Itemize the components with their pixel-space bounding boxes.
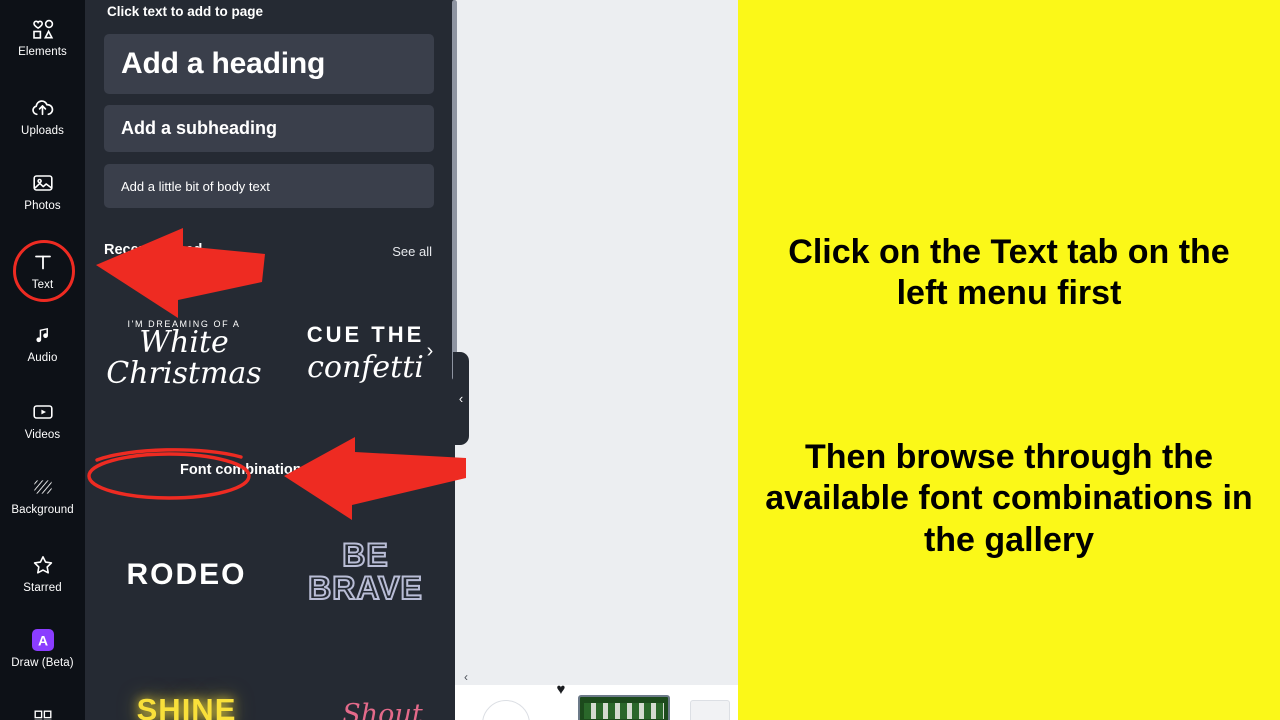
card-label: BE BRAVE xyxy=(307,537,423,606)
image-icon xyxy=(30,170,56,196)
sidebar-item-background[interactable]: Background xyxy=(0,462,85,528)
sidebar-item-label: Draw (Beta) xyxy=(11,656,74,669)
text-t-icon xyxy=(30,249,56,275)
music-note-icon xyxy=(30,322,56,348)
page-thumbnail-current[interactable] xyxy=(578,695,670,720)
hatch-pattern-icon xyxy=(30,474,56,500)
sidebar-item-label: Uploads xyxy=(21,124,64,137)
sidebar-item-label: Background xyxy=(11,503,74,516)
heart-icon[interactable]: ♥ xyxy=(552,680,570,698)
page-thumbnail-next[interactable] xyxy=(690,700,730,720)
star-icon xyxy=(30,552,56,578)
font-combination-card-shine[interactable]: SHINE xyxy=(104,680,269,720)
see-all-link[interactable]: See all xyxy=(392,244,432,259)
collapse-panel-button[interactable]: ‹ xyxy=(453,352,469,445)
panel-header: Click text to add to page xyxy=(107,4,264,19)
svg-text:A: A xyxy=(37,632,47,648)
recently-used-title: Recently used xyxy=(104,242,203,258)
sidebar-item-label: Elements xyxy=(18,45,67,58)
sidebar-item-videos[interactable]: Videos xyxy=(0,387,85,453)
add-body-text-button[interactable]: Add a little bit of body text xyxy=(104,164,434,208)
card-top-line: I'M DREAMING OF A xyxy=(127,318,241,329)
video-play-icon xyxy=(30,399,56,425)
design-canvas-area[interactable] xyxy=(455,0,738,720)
sidebar-item-more[interactable] xyxy=(0,686,85,720)
card-top-line: CUE THE xyxy=(306,321,425,347)
chevron-left-icon: ‹ xyxy=(458,391,464,406)
sidebar-item-audio[interactable]: Audio xyxy=(0,310,85,376)
sidebar-item-uploads[interactable]: Uploads xyxy=(0,83,85,149)
instruction-note-1: Click on the Text tab on the left menu f… xyxy=(788,233,1230,313)
sidebar-item-starred[interactable]: Starred xyxy=(0,540,85,606)
chevron-left-icon[interactable]: ‹ xyxy=(459,670,473,684)
instruction-note-2: Then browse through the available font c… xyxy=(765,438,1253,559)
qr-grid-icon xyxy=(30,706,56,720)
draw-a-icon: A xyxy=(30,627,56,653)
left-sidebar-rail: Elements Uploads Photos Text Audio Video… xyxy=(0,0,85,720)
card-label: SHINE xyxy=(136,692,237,720)
sidebar-item-photos[interactable]: Photos xyxy=(0,158,85,224)
add-subheading-button[interactable]: Add a subheading xyxy=(104,105,434,152)
sidebar-item-label: Audio xyxy=(27,351,58,364)
font-combination-card-be-brave[interactable]: BE BRAVE xyxy=(283,512,448,632)
add-heading-label: Add a heading xyxy=(121,47,326,80)
add-heading-button[interactable]: Add a heading xyxy=(104,34,434,94)
upload-cloud-icon xyxy=(30,95,56,121)
font-combination-card-shout[interactable]: Shout xyxy=(300,684,455,720)
panel-scrollbar[interactable] xyxy=(452,0,457,380)
font-combination-card-rodeo[interactable]: RODEO xyxy=(104,520,269,630)
text-panel: Click text to add to page Add a heading … xyxy=(85,0,455,720)
chevron-right-icon[interactable]: › xyxy=(419,340,441,362)
font-combinations-title: Font combinations xyxy=(180,462,310,478)
add-subheading-label: Add a subheading xyxy=(121,118,278,138)
card-label: Shout xyxy=(342,698,423,720)
recently-used-card-white-christmas[interactable]: I'M DREAMING OF A White Christmas xyxy=(104,288,264,418)
sidebar-item-label: Text xyxy=(31,278,54,291)
card-main-line: confetti xyxy=(307,349,424,385)
sidebar-item-elements[interactable]: Elements xyxy=(0,4,85,70)
sidebar-item-text[interactable]: Text xyxy=(0,237,85,303)
sidebar-item-label: Photos xyxy=(24,199,61,212)
sidebar-item-label: Starred xyxy=(23,581,62,594)
shapes-icon xyxy=(30,16,56,42)
sidebar-item-label: Videos xyxy=(24,428,61,441)
card-label: RODEO xyxy=(126,558,247,591)
instruction-panel: Click on the Text tab on the left menu f… xyxy=(738,0,1280,720)
sidebar-item-draw[interactable]: A Draw (Beta) xyxy=(0,615,85,681)
canva-editor-screenshot: Elements Uploads Photos Text Audio Video… xyxy=(0,0,1280,720)
card-main-line: White Christmas xyxy=(106,324,262,391)
thumbnail-artwork xyxy=(584,703,664,719)
add-body-text-label: Add a little bit of body text xyxy=(121,178,270,194)
